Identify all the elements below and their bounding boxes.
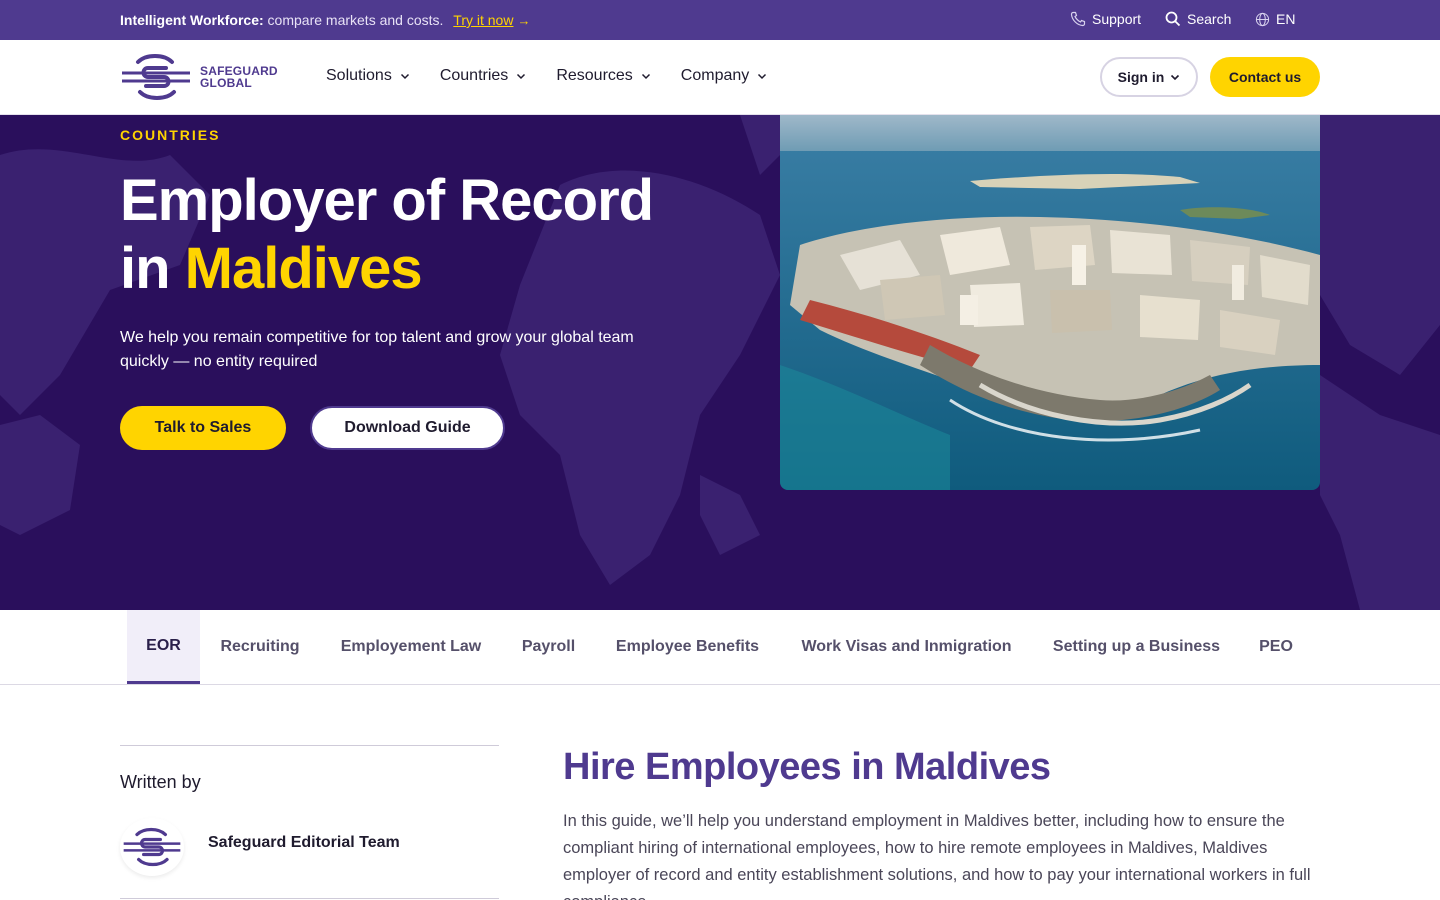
chevron-down-icon	[400, 73, 409, 80]
nav-company-label: Company	[680, 67, 750, 84]
promo-rest: compare markets and costs.	[267, 12, 444, 28]
sign-in-button[interactable]: Sign in	[1100, 57, 1198, 97]
aerial-city-illustration	[780, 115, 1320, 490]
chevron-down-icon	[517, 73, 526, 80]
nav-countries[interactable]: Countries	[440, 67, 526, 85]
phone-icon	[1070, 11, 1086, 27]
language-label: EN	[1276, 11, 1296, 27]
written-by-label: Written by	[120, 772, 201, 792]
promo-text: Intelligent Workforce: compare markets a…	[120, 12, 530, 28]
chevron-down-icon	[1171, 74, 1180, 81]
hero-title: Employer of Record in Maldives	[120, 167, 654, 303]
main-header: SAFEGUARD GLOBAL Solutions Countries Res…	[0, 40, 1440, 115]
tab-eor[interactable]: EOR	[127, 610, 200, 684]
globe-icon	[1255, 12, 1270, 26]
try-it-now-link[interactable]: Try it now	[453, 12, 513, 28]
announcement-bar: Intelligent Workforce: compare markets a…	[0, 0, 1440, 40]
nav-company[interactable]: Company	[681, 67, 767, 85]
logo-line2: GLOBAL	[200, 76, 252, 90]
logo-text: SAFEGUARD GLOBAL	[200, 65, 278, 89]
nav-solutions-label: Solutions	[326, 67, 392, 84]
download-guide-button[interactable]: Download Guide	[310, 406, 505, 450]
section-body: In this guide, we’ll help you understand…	[563, 812, 1311, 900]
hero-title-line2: in Maldives	[120, 235, 653, 303]
safeguard-logo-mark-icon	[123, 827, 181, 867]
arrow-right-icon: →	[517, 13, 531, 28]
main-nav: Solutions Countries Resources Company	[326, 67, 767, 85]
tab-setting-up-business[interactable]: Setting up a Business	[1043, 610, 1230, 684]
hero-title-highlight: Maldives	[184, 236, 423, 301]
promo-bold: Intelligent Workforce:	[120, 12, 264, 28]
nav-countries-label: Countries	[439, 67, 509, 84]
nav-resources-label: Resources	[556, 67, 633, 84]
author-name[interactable]: Safeguard Editorial Team	[208, 834, 400, 852]
chevron-down-icon	[641, 73, 650, 80]
hero-subtitle: We help you remain competitive for top t…	[120, 329, 634, 370]
search-label: Search	[1187, 11, 1232, 27]
country-guide-tabs: EOR Recruiting Employement Law Payroll E…	[0, 610, 1440, 685]
safeguard-logo-mark-icon	[122, 54, 190, 100]
tab-employment-law[interactable]: Employement Law	[330, 610, 492, 684]
section-title: Hire Employees in Maldives	[563, 746, 1051, 788]
support-label: Support	[1092, 11, 1142, 27]
safeguard-logo[interactable]: SAFEGUARD GLOBAL	[120, 52, 280, 102]
nav-solutions[interactable]: Solutions	[326, 67, 410, 85]
tab-work-visas[interactable]: Work Visas and Inmigration	[790, 610, 1023, 684]
hero-eyebrow: COUNTRIES	[120, 127, 221, 143]
chevron-down-icon	[758, 73, 767, 80]
tab-employee-benefits[interactable]: Employee Benefits	[605, 610, 770, 684]
tab-peo[interactable]: PEO	[1250, 610, 1302, 684]
search-icon	[1165, 11, 1181, 27]
author-card: Written by Safeguard Editorial Team	[120, 745, 499, 876]
maldives-aerial-photo	[780, 115, 1320, 490]
contact-us-button[interactable]: Contact us	[1210, 57, 1320, 97]
support-link[interactable]: Support	[1070, 11, 1141, 27]
divider	[120, 898, 499, 899]
author-avatar	[120, 818, 184, 876]
hero-section: COUNTRIES Employer of Record in Maldives…	[0, 115, 1440, 610]
sign-in-label: Sign in	[1117, 69, 1165, 85]
nav-resources[interactable]: Resources	[556, 67, 650, 85]
talk-to-sales-button[interactable]: Talk to Sales	[120, 406, 286, 450]
tab-recruiting[interactable]: Recruiting	[210, 610, 310, 684]
hero-title-line1: Employer of Record	[120, 168, 654, 233]
hero-title-in: in	[120, 236, 171, 301]
tab-payroll[interactable]: Payroll	[512, 610, 585, 684]
search-link[interactable]: Search	[1165, 11, 1231, 27]
language-selector[interactable]: EN	[1255, 11, 1295, 27]
